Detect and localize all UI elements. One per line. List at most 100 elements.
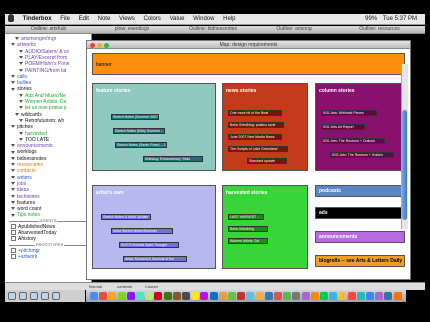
map-note[interactable]: Bella Grindhing: postico scott xyxy=(228,122,284,128)
outline-titlebar[interactable]: Outline: artshub xyxy=(5,26,92,34)
outline-row[interactable]: Ads And Music/Ne xyxy=(19,93,66,99)
outline-row[interactable]: wildcards xyxy=(15,112,42,118)
disclosure-triangle-icon[interactable] xyxy=(11,175,15,179)
disclosure-triangle-icon[interactable] xyxy=(19,56,23,60)
map-note[interactable]: Artist: Moment & Survival of the xyxy=(123,256,187,262)
dock-app-icon[interactable] xyxy=(163,292,172,300)
dock-app-icon[interactable] xyxy=(200,292,209,300)
disclosure-triangle-icon[interactable] xyxy=(11,125,15,129)
dock-app-icon[interactable] xyxy=(347,292,356,300)
dock-app-icon[interactable] xyxy=(136,292,144,300)
dock-app-icon[interactable] xyxy=(274,292,282,300)
apple-menu-icon[interactable] xyxy=(8,14,14,23)
disclosure-triangle-icon[interactable] xyxy=(11,194,15,198)
disclosure-triangle-icon[interactable] xyxy=(11,169,15,173)
disclosure-triangle-icon[interactable] xyxy=(11,156,15,160)
map-note[interactable]: Sketch Notes & Artist Update xyxy=(101,214,151,220)
outline-row[interactable]: techniotes xyxy=(11,194,40,200)
map-note[interactable]: Sketch Notes (Summer 2007) xyxy=(111,114,159,120)
disclosure-triangle-icon[interactable] xyxy=(11,207,15,211)
outline-row[interactable]: features xyxy=(11,200,35,206)
back-icon[interactable] xyxy=(19,292,27,300)
dock-app-icon[interactable] xyxy=(264,292,273,300)
dock-app-icon[interactable] xyxy=(172,292,181,300)
agent-row[interactable]: Ahistory xyxy=(11,236,36,242)
container-note[interactable]: feature stories Sketch Notes (Summer 2007… xyxy=(92,83,216,171)
map-note[interactable]: SKETCH/Artist Spirit Thought xyxy=(119,242,179,248)
dock-app-icon[interactable] xyxy=(292,292,301,300)
menu-help[interactable]: Help xyxy=(223,14,235,24)
dock-app-icon[interactable] xyxy=(246,292,255,300)
map-note[interactable]: June 2007 New Media News xyxy=(228,134,282,140)
dock-app-icon[interactable] xyxy=(375,292,384,300)
outline-row[interactable]: stories xyxy=(11,86,32,92)
disclosure-triangle-icon[interactable] xyxy=(11,43,15,47)
disclosure-triangle-icon[interactable] xyxy=(19,93,23,97)
outline-row[interactable]: harvested xyxy=(19,131,47,137)
dock-app-icon[interactable] xyxy=(393,292,402,300)
disclosure-triangle-icon[interactable] xyxy=(11,200,15,204)
dock-app-icon[interactable] xyxy=(310,292,319,300)
outline-row[interactable]: writers xyxy=(11,175,32,181)
outline-row[interactable]: resourcetes xyxy=(11,162,43,168)
outline-row[interactable]: jobs xyxy=(11,181,26,187)
dock-app-icon[interactable] xyxy=(99,292,108,300)
window-titlebar-3[interactable]: Outline: bidnessnotes xyxy=(172,26,254,34)
dock-app-icon[interactable] xyxy=(338,292,347,300)
window-titlebar-5[interactable]: Outline: resources xyxy=(334,26,425,34)
outline-row[interactable]: artworks xyxy=(11,42,36,48)
dock-app-icon[interactable] xyxy=(329,292,338,300)
container-note[interactable]: news stories One more bit of the Beat Bell… xyxy=(222,83,308,171)
map-note[interactable]: 5/31 Arts Art Report xyxy=(321,124,365,130)
dock-app-icon[interactable] xyxy=(191,292,200,300)
map-note[interactable]: LAST HARVEST xyxy=(228,214,264,220)
outline-row[interactable]: TOO LATE xyxy=(19,137,49,143)
dock-app-icon[interactable] xyxy=(320,292,328,300)
map-note[interactable]: 5/31 Arts: The Rustrum + Holden xyxy=(330,152,394,158)
menu-colors[interactable]: Colors xyxy=(144,14,161,24)
disclosure-triangle-icon[interactable] xyxy=(11,188,15,192)
dock-app-icon[interactable] xyxy=(108,292,117,300)
map-note[interactable]: One more bit of the Beat xyxy=(228,110,282,116)
menu-note[interactable]: Note xyxy=(98,14,111,24)
dock-app-icon[interactable] xyxy=(117,292,126,300)
battery-status[interactable]: 99% xyxy=(365,14,377,24)
dock-app-icon[interactable] xyxy=(301,292,310,300)
container-note[interactable]: column stories 5/31 Arts: Withheld Pieces… xyxy=(315,83,405,171)
disclosure-triangle-icon[interactable] xyxy=(11,163,15,167)
forward-icon[interactable] xyxy=(30,292,38,300)
map-note[interactable]: Artist Sketch Notes/Summer xyxy=(111,228,173,234)
disclosure-triangle-icon[interactable] xyxy=(15,37,19,41)
outline-row[interactable]: calls xyxy=(11,74,27,80)
disclosure-triangle-icon[interactable] xyxy=(11,213,15,217)
dock-app-icon[interactable] xyxy=(154,292,163,300)
home-icon[interactable] xyxy=(8,292,16,300)
dock-app-icon[interactable] xyxy=(366,292,374,300)
outline-row[interactable]: PLAY/Excerpt from xyxy=(19,55,67,61)
disclosure-triangle-icon[interactable] xyxy=(19,49,23,53)
menu-views[interactable]: Views xyxy=(119,14,135,24)
outline-row[interactable]: POEM/Hahn's Pone xyxy=(19,61,70,67)
outline-row[interactable]: AUDIO/Salem/ & co xyxy=(19,49,69,55)
disclosure-triangle-icon[interactable] xyxy=(11,87,15,91)
outline-row[interactable]: contacts xyxy=(11,168,36,174)
container-note[interactable]: artist's own Sketch Notes & Artist Update… xyxy=(92,185,216,269)
outline-row[interactable]: Women Artists: Da xyxy=(19,99,66,105)
outline-row[interactable]: let us now praise p xyxy=(19,105,67,111)
map-note[interactable]: Bella Grindhing xyxy=(228,226,268,232)
outline-row[interactable]: Retrofuturism: wh xyxy=(19,118,64,124)
map-note[interactable]: Women Artists: Da xyxy=(228,238,268,244)
adornment-note[interactable]: podcasts xyxy=(315,185,405,197)
disclosure-triangle-icon[interactable] xyxy=(11,150,15,154)
dock-app-icon[interactable] xyxy=(218,292,227,300)
menu-file[interactable]: File xyxy=(60,14,70,24)
disclosure-triangle-icon[interactable] xyxy=(19,100,23,104)
outline-row[interactable]: pitches xyxy=(11,124,33,130)
outline-row[interactable]: artsmonger/mgr xyxy=(15,36,56,42)
adornment-note[interactable]: ads xyxy=(315,207,405,219)
gear-icon[interactable] xyxy=(41,292,49,300)
dock-app-icon[interactable] xyxy=(228,292,236,300)
disclosure-triangle-icon[interactable] xyxy=(19,68,23,72)
map-note[interactable]: Milestog: Extraordinary Visits xyxy=(143,156,203,162)
outline-row[interactable]: announcements xyxy=(11,143,53,149)
